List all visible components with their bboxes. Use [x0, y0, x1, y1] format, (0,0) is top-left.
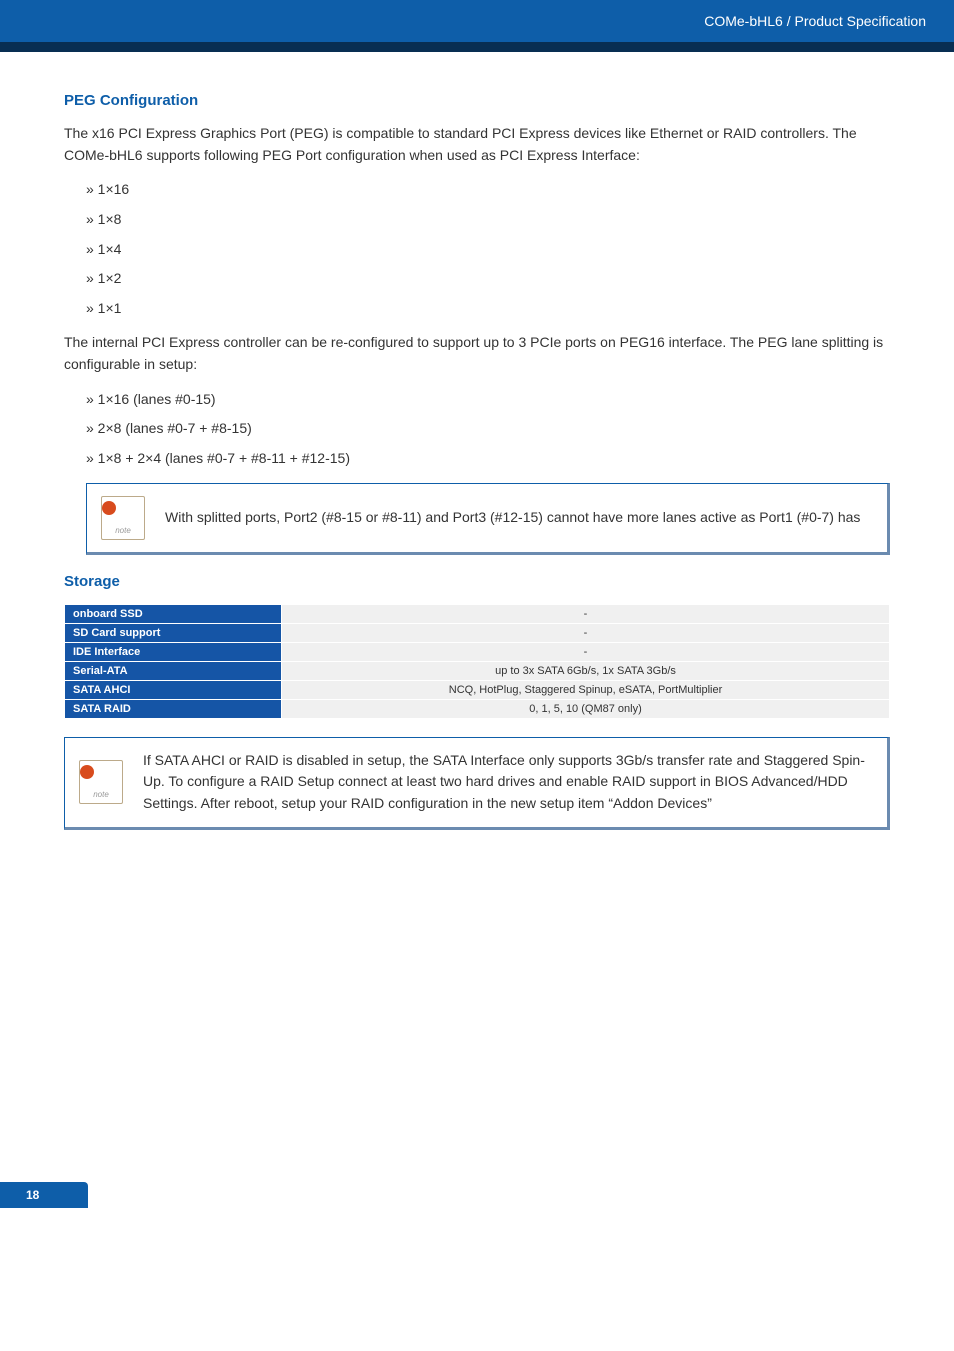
- row-value: -: [282, 642, 890, 661]
- table-row: SATA RAID 0, 1, 5, 10 (QM87 only): [65, 699, 890, 718]
- header-title: COMe-bHL6 / Product Specification: [704, 13, 926, 29]
- list-item: » 1×2: [86, 269, 890, 289]
- header-bar: COMe-bHL6 / Product Specification: [0, 0, 954, 52]
- peg-heading: PEG Configuration: [64, 92, 890, 109]
- table-row: onboard SSD -: [65, 604, 890, 623]
- row-value: NCQ, HotPlug, Staggered Spinup, eSATA, P…: [282, 680, 890, 699]
- row-label: onboard SSD: [65, 604, 282, 623]
- row-label: SATA AHCI: [65, 680, 282, 699]
- row-label: SD Card support: [65, 623, 282, 642]
- row-value: 0, 1, 5, 10 (QM87 only): [282, 699, 890, 718]
- peg-split-intro: The internal PCI Express controller can …: [64, 332, 890, 375]
- page-number: 18: [0, 1182, 88, 1208]
- note-icon: [79, 760, 123, 804]
- peg-note-box: With splitted ports, Port2 (#8-15 or #8-…: [86, 483, 890, 555]
- row-label: Serial-ATA: [65, 661, 282, 680]
- peg-note-text: With splitted ports, Port2 (#8-15 or #8-…: [165, 507, 860, 529]
- table-row: SD Card support -: [65, 623, 890, 642]
- storage-heading: Storage: [64, 573, 890, 590]
- row-label: IDE Interface: [65, 642, 282, 661]
- list-item: » 1×8 + 2×4 (lanes #0-7 + #8-11 + #12-15…: [86, 449, 890, 469]
- peg-split-list: » 1×16 (lanes #0-15) » 2×8 (lanes #0-7 +…: [64, 390, 890, 469]
- list-item: » 1×4: [86, 240, 890, 260]
- storage-note-text: If SATA AHCI or RAID is disabled in setu…: [143, 750, 869, 815]
- list-item: » 2×8 (lanes #0-7 + #8-15): [86, 419, 890, 439]
- row-value: -: [282, 604, 890, 623]
- table-row: Serial-ATA up to 3x SATA 6Gb/s, 1x SATA …: [65, 661, 890, 680]
- table-row: SATA AHCI NCQ, HotPlug, Staggered Spinup…: [65, 680, 890, 699]
- list-item: » 1×8: [86, 210, 890, 230]
- peg-config-list: » 1×16 » 1×8 » 1×4 » 1×2 » 1×1: [64, 180, 890, 318]
- page-content: PEG Configuration The x16 PCI Express Gr…: [0, 52, 954, 1222]
- table-row: IDE Interface -: [65, 642, 890, 661]
- storage-note-box: If SATA AHCI or RAID is disabled in setu…: [64, 737, 890, 830]
- row-value: up to 3x SATA 6Gb/s, 1x SATA 3Gb/s: [282, 661, 890, 680]
- row-value: -: [282, 623, 890, 642]
- row-label: SATA RAID: [65, 699, 282, 718]
- list-item: » 1×16: [86, 180, 890, 200]
- list-item: » 1×16 (lanes #0-15): [86, 390, 890, 410]
- peg-intro: The x16 PCI Express Graphics Port (PEG) …: [64, 123, 890, 166]
- list-item: » 1×1: [86, 299, 890, 319]
- note-icon: [101, 496, 145, 540]
- storage-table: onboard SSD - SD Card support - IDE Inte…: [64, 604, 890, 719]
